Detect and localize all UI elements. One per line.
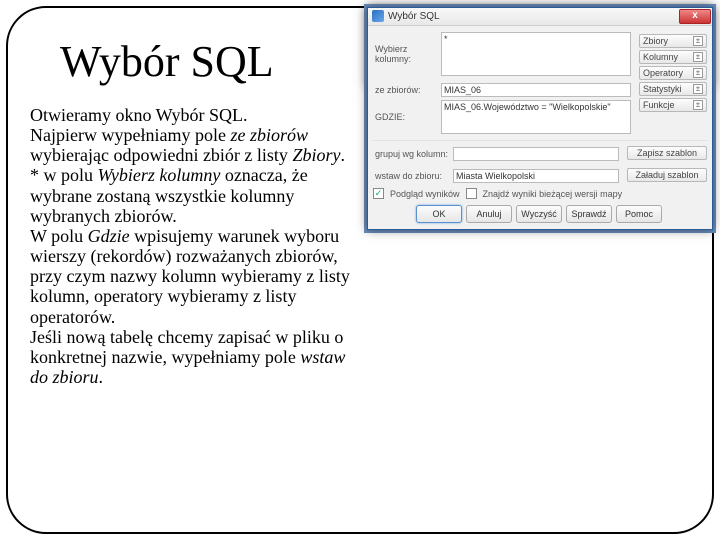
side-button-kolumny[interactable]: Kolumny ± — [639, 50, 707, 64]
label-ze-zbiorow: ze zbiorów: — [373, 85, 441, 95]
side-button-operatory-label: Operatory — [643, 68, 683, 78]
clear-button[interactable]: Wyczyść — [516, 205, 562, 223]
cancel-button[interactable]: Anuluj — [466, 205, 512, 223]
text-4a: W polu — [30, 226, 88, 246]
app-icon — [372, 10, 384, 22]
label-wstaw: wstaw do zbioru: — [373, 171, 453, 181]
text-4-italic: Gdzie — [88, 226, 130, 246]
text-3a: * w polu — [30, 165, 98, 185]
field-wstaw[interactable]: Miasta Wielkopolski — [453, 169, 619, 183]
text-5a: Jeśli nową tabelę chcemy zapisać w pliku… — [30, 327, 343, 367]
slide-body: Otwieramy okno Wybór SQL. Najpierw wypeł… — [30, 105, 360, 387]
field-gdzie[interactable]: MIAS_06.Województwo = "Wielkopolskie" — [441, 100, 631, 134]
help-button[interactable]: Pomoc — [616, 205, 662, 223]
slide-title: Wybór SQL — [60, 36, 360, 87]
text-2a: Najpierw wypełniamy pole — [30, 125, 230, 145]
text-line-1: Otwieramy okno Wybór SQL. — [30, 105, 248, 125]
checkbox-podglad[interactable]: ✓ — [373, 188, 384, 199]
button-zapisz-szablon-label: Zapisz szablon — [637, 148, 697, 158]
dialog-title: Wybór SQL — [388, 11, 440, 22]
close-button[interactable]: x — [679, 9, 711, 24]
text-2-italic: ze zbiorów — [230, 125, 308, 145]
sql-dialog: Wybór SQL x Wybierz kolumny: * ze zbioró… — [367, 7, 713, 230]
side-button-zbiory-label: Zbiory — [643, 36, 668, 46]
button-zapisz-szablon[interactable]: Zapisz szablon — [627, 146, 707, 160]
label-gdzie: GDZIE: — [373, 112, 441, 122]
dialog-body: Wybierz kolumny: * ze zbiorów: MIAS_06 G… — [368, 26, 712, 229]
field-grupuj[interactable] — [453, 147, 619, 161]
checkbox-znajdz-label: Znajdź wyniki bieżącej wersji mapy — [483, 189, 623, 199]
text-2c-italic: Zbiory — [292, 145, 340, 165]
label-wybierz-kolumny: Wybierz kolumny: — [373, 44, 441, 64]
side-button-zbiory[interactable]: Zbiory ± — [639, 34, 707, 48]
expand-icon[interactable]: ± — [693, 84, 703, 94]
expand-icon[interactable]: ± — [693, 68, 703, 78]
checkbox-podglad-label: Podgląd wyników — [390, 189, 460, 199]
left-column: Wybór SQL Otwieramy okno Wybór SQL. Najp… — [30, 26, 360, 387]
side-button-operatory[interactable]: Operatory ± — [639, 66, 707, 80]
field-ze-zbiorow[interactable]: MIAS_06 — [441, 83, 631, 97]
expand-icon[interactable]: ± — [693, 100, 703, 110]
text-2d: . — [340, 145, 345, 165]
button-zaladuj-szablon-label: Załaduj szablon — [635, 170, 698, 180]
dialog-titlebar[interactable]: Wybór SQL x — [368, 8, 712, 26]
field-wybierz-kolumny[interactable]: * — [441, 32, 631, 76]
text-3-italic: Wybierz kolumny — [98, 165, 221, 185]
button-zaladuj-szablon[interactable]: Załaduj szablon — [627, 168, 707, 182]
side-button-statystyki[interactable]: Statystyki ± — [639, 82, 707, 96]
text-5b: . — [99, 367, 104, 387]
label-grupuj: grupuj wg kolumn: — [373, 149, 453, 159]
side-button-statystyki-label: Statystyki — [643, 84, 682, 94]
ok-button[interactable]: OK — [416, 205, 462, 223]
check-button[interactable]: Sprawdź — [566, 205, 612, 223]
expand-icon[interactable]: ± — [693, 36, 703, 46]
separator — [373, 140, 707, 144]
dialog-backdrop: Wybór SQL x Wybierz kolumny: * ze zbioró… — [364, 4, 716, 233]
side-button-kolumny-label: Kolumny — [643, 52, 678, 62]
side-button-funkcje-label: Funkcje — [643, 100, 675, 110]
expand-icon[interactable]: ± — [693, 52, 703, 62]
side-button-funkcje[interactable]: Funkcje ± — [639, 98, 707, 112]
checkbox-znajdz[interactable] — [466, 188, 477, 199]
text-2b: wybierając odpowiedni zbiór z listy — [30, 145, 292, 165]
